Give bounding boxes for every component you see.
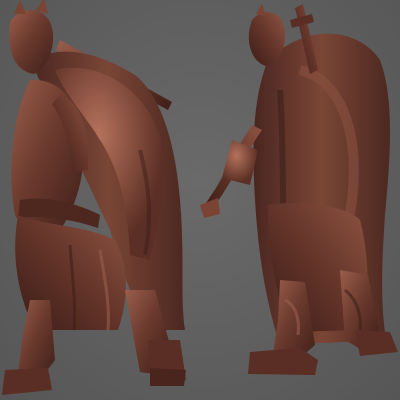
sculpt-viewport[interactable]: [0, 0, 400, 400]
figure-front-view: [2, 0, 186, 395]
figure-rear-view: [200, 4, 398, 375]
sculpt-render: [2, 0, 398, 395]
